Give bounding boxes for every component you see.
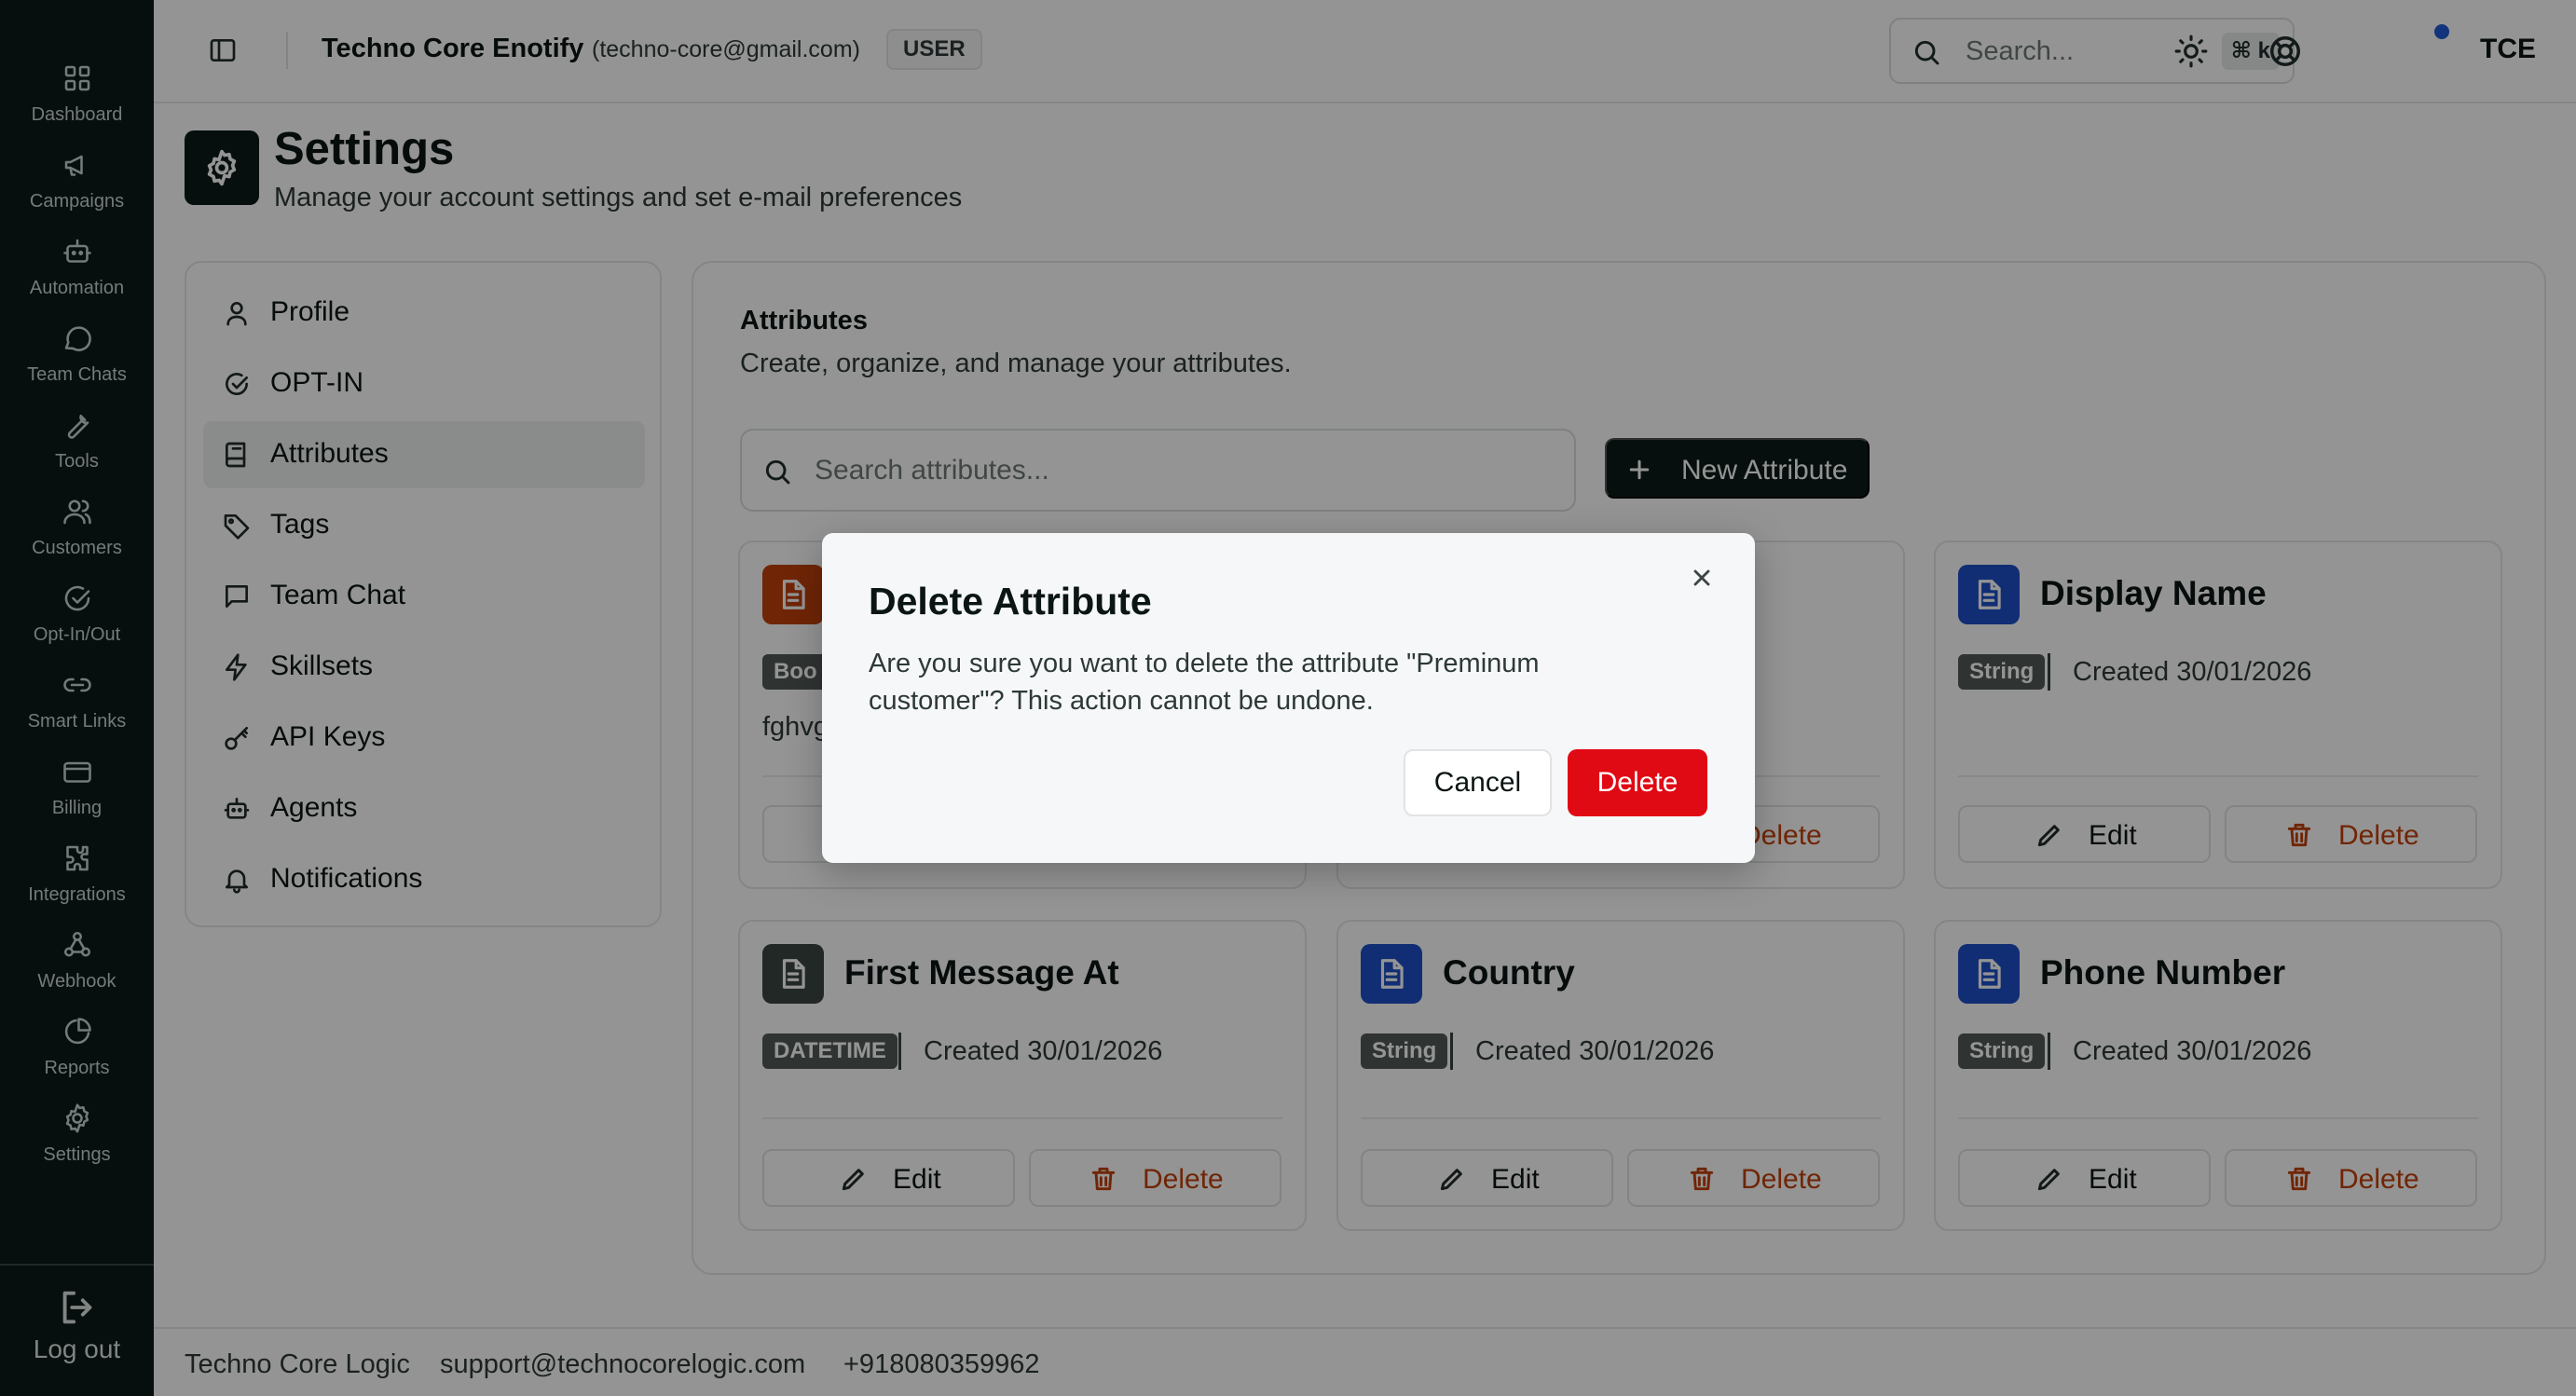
cancel-button[interactable]: Cancel [1404,749,1552,816]
close-dialog-button[interactable] [1689,565,1715,591]
close-icon [1689,565,1715,591]
dialog-message: Are you sure you want to delete the attr… [869,649,1540,716]
confirm-delete-button[interactable]: Delete [1568,749,1707,816]
delete-attribute-dialog: Delete Attribute Are you sure you want t… [822,533,1755,863]
dialog-title: Delete Attribute [869,580,1152,623]
